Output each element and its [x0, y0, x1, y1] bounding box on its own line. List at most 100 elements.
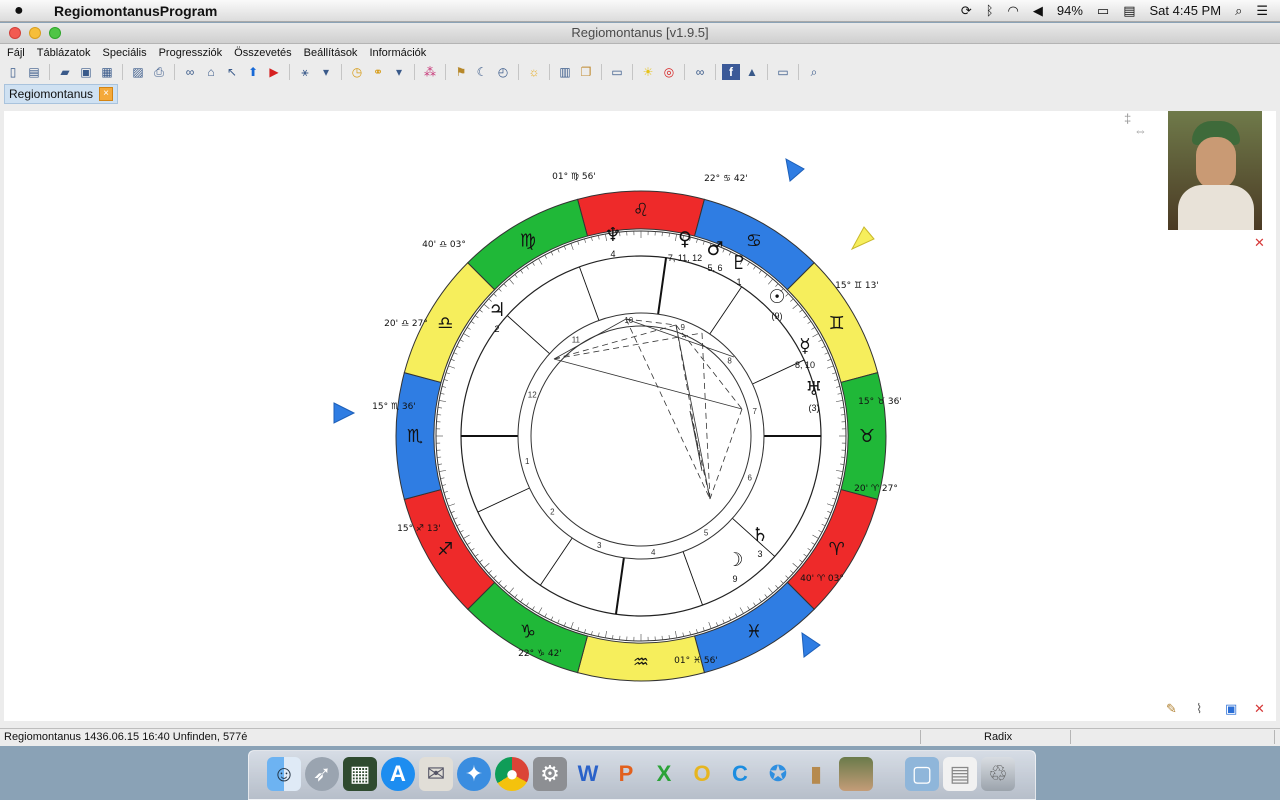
volume-icon[interactable]: ◀: [1033, 3, 1043, 19]
new-document-icon[interactable]: ▤: [25, 64, 43, 80]
menu-file[interactable]: Fájl: [6, 47, 26, 59]
graduation-cap-icon[interactable]: ▲: [743, 64, 761, 80]
monitor-icon[interactable]: ▭: [608, 64, 626, 80]
spotlight-icon[interactable]: ⌕: [1235, 3, 1242, 19]
window-title: Regiomontanus [v1.9.5]: [571, 25, 709, 40]
move-horizontal-icon[interactable]: ⇔: [1134, 123, 1147, 138]
print-icon[interactable]: ⎙: [150, 64, 168, 80]
trash-icon[interactable]: ♲: [981, 757, 1015, 791]
cusp-degree-label: 15° ♏ 36': [372, 402, 416, 412]
planet-house-label: (3): [809, 403, 820, 413]
menu-settings[interactable]: Beállítások: [303, 47, 359, 59]
close-tab-icon[interactable]: ×: [99, 87, 114, 101]
downloads-folder-icon[interactable]: ▢: [905, 757, 939, 791]
menu-comparison[interactable]: Összevetés: [233, 47, 292, 59]
bluetooth-icon[interactable]: ᛒ: [986, 3, 994, 18]
safari-icon[interactable]: ✦: [457, 757, 491, 791]
toolbar-divider: [715, 64, 716, 80]
sign-glyph: ♎: [437, 313, 453, 334]
planet-glyph: ♄: [751, 524, 768, 546]
system-preferences-icon[interactable]: ⚙: [533, 757, 567, 791]
battery-percent[interactable]: 94%: [1057, 3, 1083, 18]
dropdown-arrow-icon[interactable]: ▾: [390, 64, 408, 80]
close-window-button[interactable]: [9, 27, 21, 39]
cusp-degree-label: 01° ♍ 56': [552, 172, 596, 182]
wifi-icon[interactable]: ◠: [1008, 3, 1019, 19]
archive-icon[interactable]: ▮: [799, 757, 833, 791]
open-folder-icon[interactable]: ▰: [56, 64, 74, 80]
apple-icon[interactable]: ●: [14, 2, 40, 20]
house-number: 1: [525, 457, 530, 466]
edit-icon[interactable]: ✎: [1166, 701, 1177, 717]
facebook-icon[interactable]: f: [722, 64, 740, 80]
minimize-window-button[interactable]: [29, 27, 41, 39]
documents-stack-icon[interactable]: ▤: [943, 757, 977, 791]
chrome-icon[interactable]: ●: [495, 757, 529, 791]
menu-progressions[interactable]: Progressziók: [158, 47, 224, 59]
sign-glyph: ♈: [829, 539, 845, 560]
play-icon[interactable]: ▶: [265, 64, 283, 80]
aspect-icon[interactable]: ⚹: [296, 64, 314, 80]
mission-control-icon[interactable]: ▦: [343, 757, 377, 791]
dropdown-arrow-icon[interactable]: ▾: [317, 64, 335, 80]
zoom-window-button[interactable]: [49, 27, 61, 39]
time-machine-icon[interactable]: ⟳: [961, 3, 972, 19]
link-icon[interactable]: ∞: [181, 64, 199, 80]
cusp-degree-label: 40' ♈ 03°: [800, 574, 844, 584]
export-icon[interactable]: ▣: [1225, 701, 1237, 717]
binoculars-icon[interactable]: ∞: [691, 64, 709, 80]
paperclip-icon[interactable]: ⌇: [1196, 701, 1202, 717]
status-divider: [1070, 730, 1071, 744]
molecule-icon[interactable]: ⁂: [421, 64, 439, 80]
toolbar-divider: [122, 64, 123, 80]
copy-doc-icon[interactable]: ❐: [577, 64, 595, 80]
word-icon[interactable]: W: [571, 757, 605, 791]
app-store-icon[interactable]: A: [381, 757, 415, 791]
sun-icon[interactable]: ☼: [525, 64, 543, 80]
up-arrow-icon[interactable]: ⬆: [244, 64, 262, 80]
save-as-icon[interactable]: ▦: [98, 64, 116, 80]
preview-icon[interactable]: ✉: [419, 757, 453, 791]
battery-icon[interactable]: ▭: [1097, 3, 1109, 19]
launchpad-icon[interactable]: ➶: [305, 757, 339, 791]
tab-regiomontanus[interactable]: Regiomontanus ×: [4, 84, 119, 104]
communicator-icon[interactable]: C: [723, 757, 757, 791]
pointer-icon[interactable]: ↖: [223, 64, 241, 80]
close-portrait-icon[interactable]: ✕: [1254, 235, 1265, 251]
regiomontanus-app-icon[interactable]: [839, 757, 873, 791]
outlook-icon[interactable]: O: [685, 757, 719, 791]
clock-icon[interactable]: ◷: [348, 64, 366, 80]
close-chart-icon[interactable]: ✕: [1254, 701, 1265, 717]
finder-icon[interactable]: ☺: [267, 757, 301, 791]
signpost-icon[interactable]: ⚑: [452, 64, 470, 80]
image-icon[interactable]: ▨: [129, 64, 147, 80]
messenger-icon[interactable]: ✪: [761, 757, 795, 791]
save-icon[interactable]: ▣: [77, 64, 95, 80]
history-icon[interactable]: ◴: [494, 64, 512, 80]
orbs-icon[interactable]: ⚭: [369, 64, 387, 80]
menubar-clock[interactable]: Sat 4:45 PM: [1150, 3, 1222, 18]
speech-bubble-icon[interactable]: ▭: [774, 64, 792, 80]
notification-center-icon[interactable]: ☰: [1256, 3, 1268, 19]
move-vertical-icon[interactable]: ‡: [1124, 111, 1131, 126]
chart-doc-icon[interactable]: ▥: [556, 64, 574, 80]
sign-glyph: ♋: [746, 230, 762, 251]
new-file-icon[interactable]: ▯: [4, 64, 22, 80]
lifebuoy-icon[interactable]: ◎: [660, 64, 678, 80]
menubar-app-name[interactable]: RegiomontanusProgram: [54, 3, 217, 19]
status-divider: [920, 730, 921, 744]
excel-icon[interactable]: X: [647, 757, 681, 791]
cusp-degree-label: 40' ♎ 03°: [422, 240, 466, 250]
home-icon[interactable]: ⌂: [202, 64, 220, 80]
menu-information[interactable]: Információk: [368, 47, 427, 59]
flag-icon[interactable]: ▤: [1123, 3, 1135, 19]
powerpoint-icon[interactable]: P: [609, 757, 643, 791]
lightbulb-icon[interactable]: ☀: [639, 64, 657, 80]
moon-icon[interactable]: ☾: [473, 64, 491, 80]
planet-glyph: ☉: [768, 286, 785, 308]
marker-triangle: [333, 402, 356, 424]
menu-tables[interactable]: Táblázatok: [36, 47, 92, 59]
menu-special[interactable]: Speciális: [102, 47, 148, 59]
magnifier-icon[interactable]: ⌕: [805, 64, 823, 80]
status-bar: Regiomontanus 1436.06.15 16:40 Unfinden,…: [0, 728, 1280, 746]
